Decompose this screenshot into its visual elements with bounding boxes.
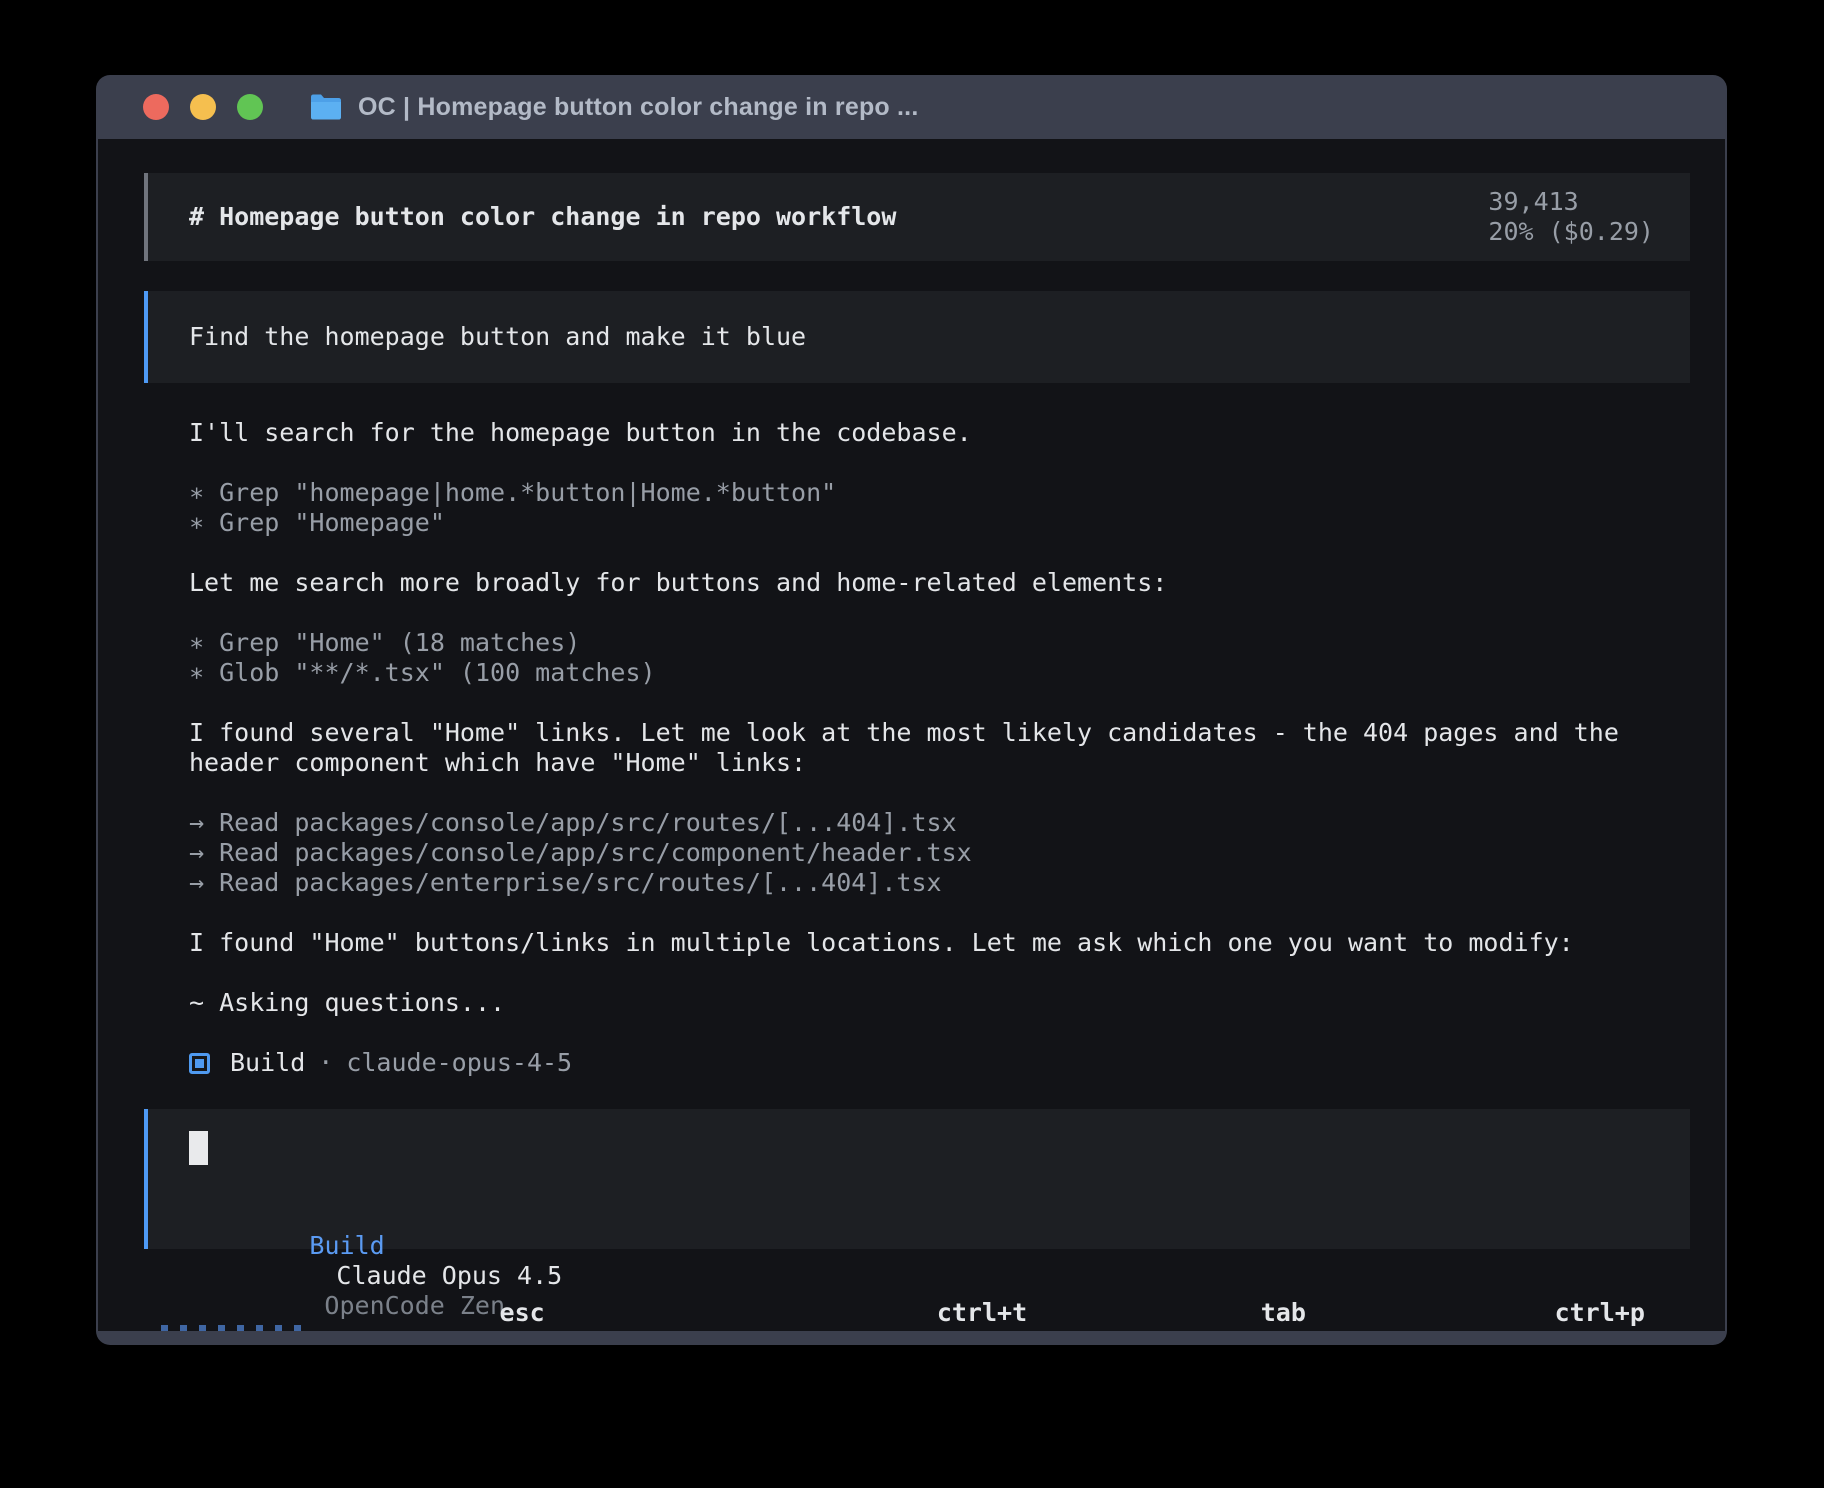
assistant-paragraph: I found several "Home" links. Let me loo…: [189, 718, 1690, 778]
tool-call-read: → Read packages/console/app/src/componen…: [189, 838, 1690, 868]
maximize-button[interactable]: [237, 94, 263, 120]
assistant-paragraph: I found "Home" buttons/links in multiple…: [189, 928, 1690, 958]
assistant-line: I'll search for the homepage button in t…: [189, 418, 1690, 448]
window-title: OC | Homepage button color change in rep…: [358, 93, 918, 122]
working-status-line: ~ Asking questions...: [189, 988, 1690, 1018]
tool-call-grep: ∗ Grep "homepage|home.*button|Home.*butt…: [189, 478, 1690, 508]
tool-call-grep: ∗ Grep "Home" (18 matches): [189, 628, 1690, 658]
session-header: # Homepage button color change in repo w…: [144, 173, 1690, 261]
user-message-text: Find the homepage button and make it blu…: [189, 322, 806, 352]
session-stats: 39,413 20% ($0.29): [1338, 157, 1654, 277]
terminal-window: OC | Homepage button color change in rep…: [96, 75, 1727, 1345]
agent-name: Build: [230, 1048, 305, 1078]
shortcut-key: ctrl+t: [937, 1298, 1027, 1327]
user-message: Find the homepage button and make it blu…: [144, 291, 1690, 383]
titlebar: OC | Homepage button color change in rep…: [96, 75, 1727, 139]
shortcut-label: interrupt: [515, 1328, 650, 1331]
assistant-messages: I'll search for the homepage button in t…: [189, 418, 1690, 1078]
shortcut-key: tab: [1261, 1298, 1306, 1327]
context-usage: 20% ($0.29): [1488, 217, 1654, 246]
separator-dot: ·: [318, 1048, 333, 1078]
shortcut-label: commands: [1570, 1328, 1690, 1331]
assistant-paragraph: Let me search more broadly for buttons a…: [189, 568, 1690, 598]
tool-call-glob: ∗ Glob "**/*.tsx" (100 matches): [189, 658, 1690, 688]
shortcut-agents: tab agents: [1110, 1268, 1366, 1331]
shortcut-key: ctrl+p: [1555, 1298, 1645, 1327]
tool-call-read: → Read packages/console/app/src/routes/[…: [189, 808, 1690, 838]
text-cursor: [189, 1131, 208, 1165]
assistant-line: Let me search more broadly for buttons a…: [189, 568, 1690, 598]
prompt-input[interactable]: Build Claude Opus 4.5 OpenCode Zen: [144, 1109, 1690, 1249]
assistant-paragraph: I'll search for the homepage button in t…: [189, 418, 1690, 448]
shortcut-interrupt: esc interrupt: [349, 1268, 650, 1331]
terminal-content: # Homepage button color change in repo w…: [98, 139, 1725, 1331]
agent-icon: [189, 1053, 210, 1074]
shortcut-key: esc: [500, 1298, 545, 1327]
tool-call-group: → Read packages/console/app/src/routes/[…: [189, 808, 1690, 898]
shortcut-commands: ctrl+p commands: [1404, 1268, 1690, 1331]
tool-call-group: ∗ Grep "homepage|home.*button|Home.*butt…: [189, 478, 1690, 538]
task-status-row: Build · claude-opus-4-5: [189, 1048, 1690, 1078]
tool-call-group: ∗ Grep "Home" (18 matches) ∗ Glob "**/*.…: [189, 628, 1690, 688]
assistant-line: I found several "Home" links. Let me loo…: [189, 718, 1690, 748]
activity-dots-indicator: [161, 1325, 313, 1332]
assistant-working-status: ~ Asking questions...: [189, 988, 1690, 1018]
session-title: # Homepage button color change in repo w…: [189, 202, 896, 232]
shortcut-label: variants: [952, 1328, 1072, 1331]
token-count: 39,413: [1488, 187, 1578, 216]
input-mode: Build: [309, 1231, 384, 1260]
minimize-button[interactable]: [190, 94, 216, 120]
assistant-line: I found "Home" buttons/links in multiple…: [189, 928, 1690, 958]
folder-icon: [309, 93, 343, 121]
assistant-line: header component which have "Home" links…: [189, 748, 1690, 778]
model-name: claude-opus-4-5: [346, 1048, 572, 1078]
shortcut-variants: ctrl+t variants: [786, 1268, 1072, 1331]
status-bar: esc interrupt ctrl+t variants tab agents…: [161, 1268, 1690, 1331]
shortcut-label: agents: [1276, 1328, 1366, 1331]
tool-call-read: → Read packages/enterprise/src/routes/[.…: [189, 868, 1690, 898]
close-button[interactable]: [143, 94, 169, 120]
tool-call-grep: ∗ Grep "Homepage": [189, 508, 1690, 538]
